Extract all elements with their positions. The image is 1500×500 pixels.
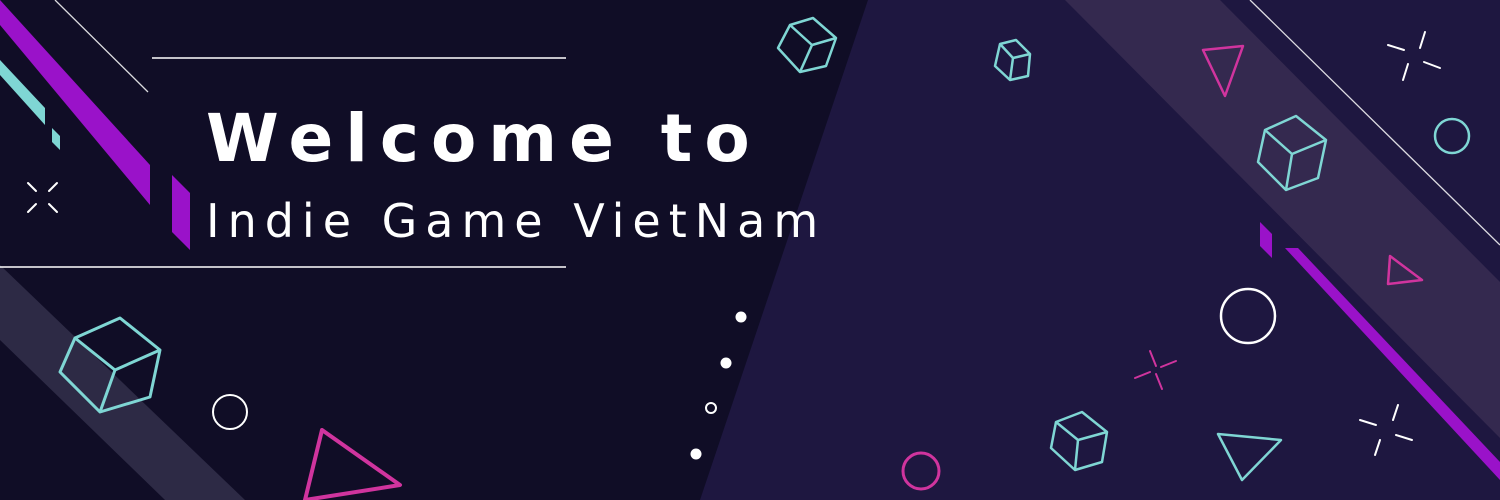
decorative-background	[0, 0, 1500, 500]
community-name: Indie Game VietNam	[206, 194, 827, 248]
welcome-title: Welcome to	[206, 100, 762, 177]
dot	[720, 357, 732, 369]
welcome-banner: Welcome to Indie Game VietNam	[0, 0, 1500, 500]
dot	[735, 311, 747, 323]
dot	[690, 448, 702, 460]
